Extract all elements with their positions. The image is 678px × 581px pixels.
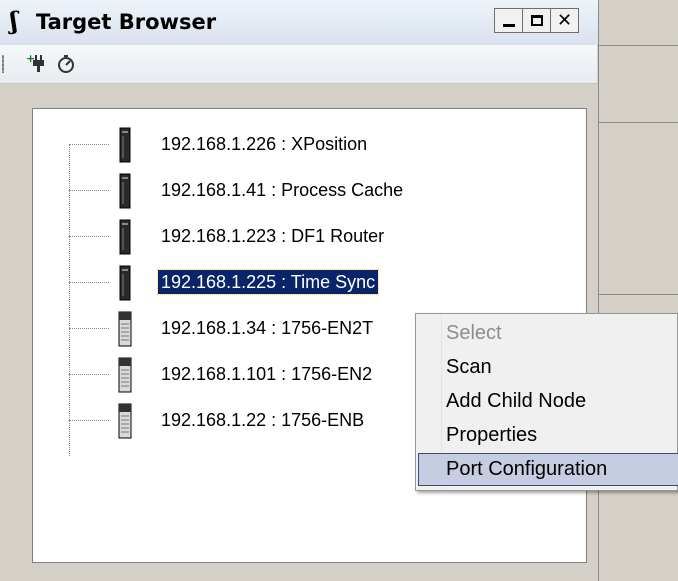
device-module-icon: [118, 403, 132, 439]
title-bar[interactable]: ʃ Target Browser ✕: [0, 0, 598, 46]
tree-branch-line: [69, 282, 109, 283]
tree-branch-line: [69, 328, 109, 329]
divider: [599, 122, 678, 123]
minimize-icon: [502, 24, 515, 27]
divider: [599, 294, 678, 295]
tree-item[interactable]: 192.168.1.41 : Process Cache: [33, 168, 588, 214]
tree-item[interactable]: 192.168.1.223 : DF1 Router: [33, 214, 588, 260]
tree-branch-line: [69, 190, 109, 191]
tree-item-label[interactable]: 192.168.1.101 : 1756-EN2: [158, 362, 375, 386]
device-module-icon: [118, 265, 132, 301]
tree-branch-line: [69, 144, 109, 145]
window-title: Target Browser: [36, 10, 217, 34]
tree-item[interactable]: 192.168.1.225 : Time Sync: [33, 260, 588, 306]
device-module-icon: [118, 127, 132, 163]
toolbar-grip[interactable]: [2, 55, 4, 73]
tree-item-label[interactable]: 192.168.1.225 : Time Sync: [156, 269, 380, 295]
maximize-icon: [530, 15, 543, 26]
minimize-button[interactable]: [494, 8, 523, 33]
menu-item-port-configuration[interactable]: Port Configuration: [418, 453, 678, 486]
menu-item-add-child-node[interactable]: Add Child Node: [418, 385, 678, 418]
s-app-icon: ʃ: [10, 6, 18, 35]
add-connection-icon[interactable]: +: [26, 51, 48, 77]
close-icon: ✕: [556, 9, 573, 31]
tree-item[interactable]: 192.168.1.226 : XPosition: [33, 122, 588, 168]
tree-branch-line: [69, 374, 109, 375]
window-controls: ✕: [494, 8, 579, 33]
tree-item-label[interactable]: 192.168.1.34 : 1756-EN2T: [158, 316, 376, 340]
menu-item-properties[interactable]: Properties: [418, 419, 678, 452]
refresh-scan-icon[interactable]: [56, 51, 78, 77]
tree-item-label[interactable]: 192.168.1.41 : Process Cache: [158, 178, 406, 202]
close-button[interactable]: ✕: [550, 8, 579, 33]
device-module-icon: [118, 311, 132, 347]
tree-item-label[interactable]: 192.168.1.226 : XPosition: [158, 132, 370, 156]
adjacent-panel: [598, 0, 678, 581]
tree-item-label[interactable]: 192.168.1.22 : 1756-ENB: [158, 408, 367, 432]
toolbar: +: [0, 45, 597, 84]
tree-branch-line: [69, 236, 109, 237]
target-browser-window: ʃ Target Browser ✕ + 192.168.1.226: XPo…: [0, 0, 598, 581]
device-module-icon: [118, 173, 132, 209]
device-module-icon: [118, 219, 132, 255]
divider: [599, 45, 678, 46]
device-module-icon: [118, 357, 132, 393]
menu-item-scan[interactable]: Scan: [418, 351, 678, 384]
context-menu: Select Scan Add Child Node Properties Port C…: [415, 313, 678, 491]
tree-item-label[interactable]: 192.168.1.223 : DF1 Router: [158, 224, 387, 248]
tree-branch-line: [69, 420, 109, 421]
menu-item-select[interactable]: Select: [418, 317, 678, 350]
maximize-button[interactable]: [522, 8, 551, 33]
